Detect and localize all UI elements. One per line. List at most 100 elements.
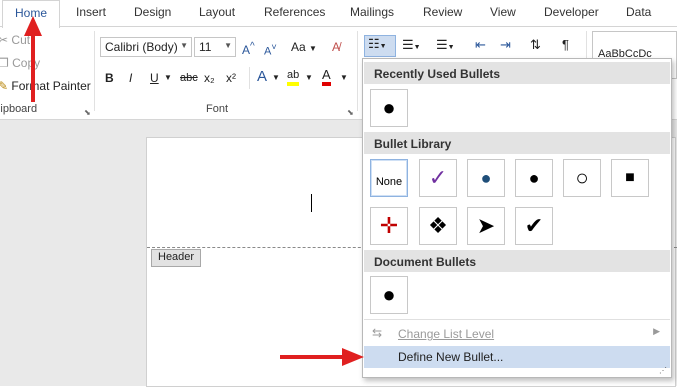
grow-font-icon: A [242,43,251,57]
filled-circle-icon: ● [528,168,540,188]
chevron-down-icon: ▼ [224,41,232,50]
sort-icon[interactable]: ⇅ [530,37,541,53]
numbered-list-icon: ☰ [402,37,414,52]
font-color-button[interactable]: A [322,68,331,86]
chevron-down-icon[interactable]: ▼ [164,70,172,86]
ribbon-tabs: Home Insert Design Layout References Mai… [0,0,677,28]
font-size-combo[interactable]: 11 ▼ [194,37,236,57]
chevron-down-icon: ▼ [413,44,421,51]
change-case-label: Aa [291,40,306,54]
tab-insert[interactable]: Insert [76,5,106,19]
tab-developer[interactable]: Developer [544,5,599,19]
divider [249,67,250,89]
recent-bullets-header: Recently Used Bullets [364,62,670,84]
header-tag[interactable]: Header [151,249,202,267]
format-painter-button[interactable]: ✎ Format Painter [0,78,91,94]
strikethrough-button[interactable]: abc [180,70,198,86]
menu-divider [364,319,670,320]
bullet-option-square[interactable]: ■ [611,159,649,197]
chevron-down-icon[interactable]: ▼ [272,70,280,86]
bullet-option-hollow-circle[interactable]: ○ [563,159,601,197]
increase-indent-icon[interactable]: ⇥ [500,37,511,53]
indent-icon: ⇆ [372,326,383,340]
group-separator [94,31,95,111]
crosshair-icon: ✛ [379,213,399,238]
change-case-button[interactable]: Aa ▼ [291,39,317,57]
decrease-indent-icon[interactable]: ⇤ [475,37,486,53]
chevron-right-icon: ▶ [653,326,660,336]
group-separator [357,31,358,111]
bullet-option-arrow[interactable]: ➤ [467,207,505,245]
hollow-circle-icon: ○ [575,165,589,190]
scissors-icon: ✂ [0,33,9,47]
bullet-list-icon: ☷ [368,36,380,51]
text-cursor [311,194,312,212]
chevron-down-icon[interactable]: ▼ [340,70,348,86]
tab-mailings[interactable]: Mailings [350,5,394,19]
bullets-dropdown: Recently Used Bullets ● Bullet Library N… [362,58,672,378]
underline-button[interactable]: U [150,70,159,86]
highlight-button[interactable]: ab [287,68,300,86]
checkmark-icon: ✓ [428,165,448,190]
bullet-option-checkmark-purple[interactable]: ✓ [419,159,457,197]
bullet-option-none[interactable]: None [370,159,408,197]
show-marks-icon[interactable]: ¶ [562,37,569,53]
bullet-option-diamond-cluster[interactable]: ❖ [419,207,457,245]
clear-formatting-icon[interactable]: A̸ [332,39,340,55]
bullet-option-blue-dot[interactable]: ● [467,159,505,197]
copy-icon: ❐ [0,56,9,70]
document-bullet-dot[interactable]: ● [370,276,408,314]
checkmark-icon: ✔ [524,213,544,238]
clipboard-launcher-icon[interactable]: ⬊ [84,105,91,121]
shrink-font-button[interactable]: A˅ [264,39,277,60]
filled-circle-icon: ● [480,168,492,188]
clipboard-group-label: Clipboard [0,103,38,115]
chevron-down-icon: ▼ [447,44,455,51]
arrowhead-icon: ➤ [476,213,496,238]
bullet-library-header: Bullet Library [364,132,670,154]
bold-button[interactable]: B [105,70,114,86]
annotation-arrow-up [24,16,42,102]
chevron-down-icon: ▼ [379,43,387,50]
bullets-button[interactable]: ☷▼ [364,35,396,57]
tab-review[interactable]: Review [423,5,462,19]
bullet-option-colored-cross[interactable]: ✛ [370,207,408,245]
change-list-level-item[interactable]: ⇆ Change List Level ▶ [364,323,670,345]
text-effects-button[interactable]: A [257,69,267,85]
bullet-option-dot[interactable]: ● [370,89,408,127]
diamond-cluster-icon: ❖ [428,213,448,238]
numbering-button[interactable]: ☰▼ [402,37,421,56]
define-new-bullet-item[interactable]: Define New Bullet... [364,346,670,368]
subscript-button[interactable]: x₂ [204,70,215,86]
tab-view[interactable]: View [490,5,516,19]
chevron-down-icon: ▼ [309,44,317,53]
tab-layout[interactable]: Layout [199,5,235,19]
multilevel-list-icon: ☰ [436,37,448,52]
tab-design[interactable]: Design [134,5,171,19]
filled-square-icon: ■ [625,169,635,186]
none-label: None [375,176,403,188]
font-size-value: 11 [199,40,212,54]
change-list-level-label: Change List Level [398,327,495,341]
brush-icon: ✎ [0,79,9,93]
chevron-down-icon[interactable]: ▼ [305,70,313,86]
tab-data[interactable]: Data [626,5,651,19]
italic-button[interactable]: I [129,70,132,86]
filled-circle-icon: ● [382,95,396,120]
tab-references[interactable]: References [264,5,325,19]
font-name-combo[interactable]: Calibri (Body) ▼ [100,37,192,57]
resize-grip-icon[interactable]: ⋰ [659,366,667,375]
define-new-bullet-label: Define New Bullet... [398,350,504,364]
font-group-label: Font [206,103,229,115]
document-bullets-header: Document Bullets [364,250,670,272]
bullet-option-black-dot[interactable]: ● [515,159,553,197]
grow-font-button[interactable]: A^ [242,39,255,58]
filled-circle-icon: ● [382,282,396,307]
font-launcher-icon[interactable]: ⬊ [347,105,354,121]
bullet-option-checkmark[interactable]: ✔ [515,207,553,245]
multilevel-list-button[interactable]: ☰▼ [436,37,455,56]
chevron-down-icon: ▼ [180,41,188,50]
superscript-button[interactable]: x² [226,70,236,86]
annotation-arrow-right [280,348,364,366]
font-name-value: Calibri (Body) [105,40,178,54]
